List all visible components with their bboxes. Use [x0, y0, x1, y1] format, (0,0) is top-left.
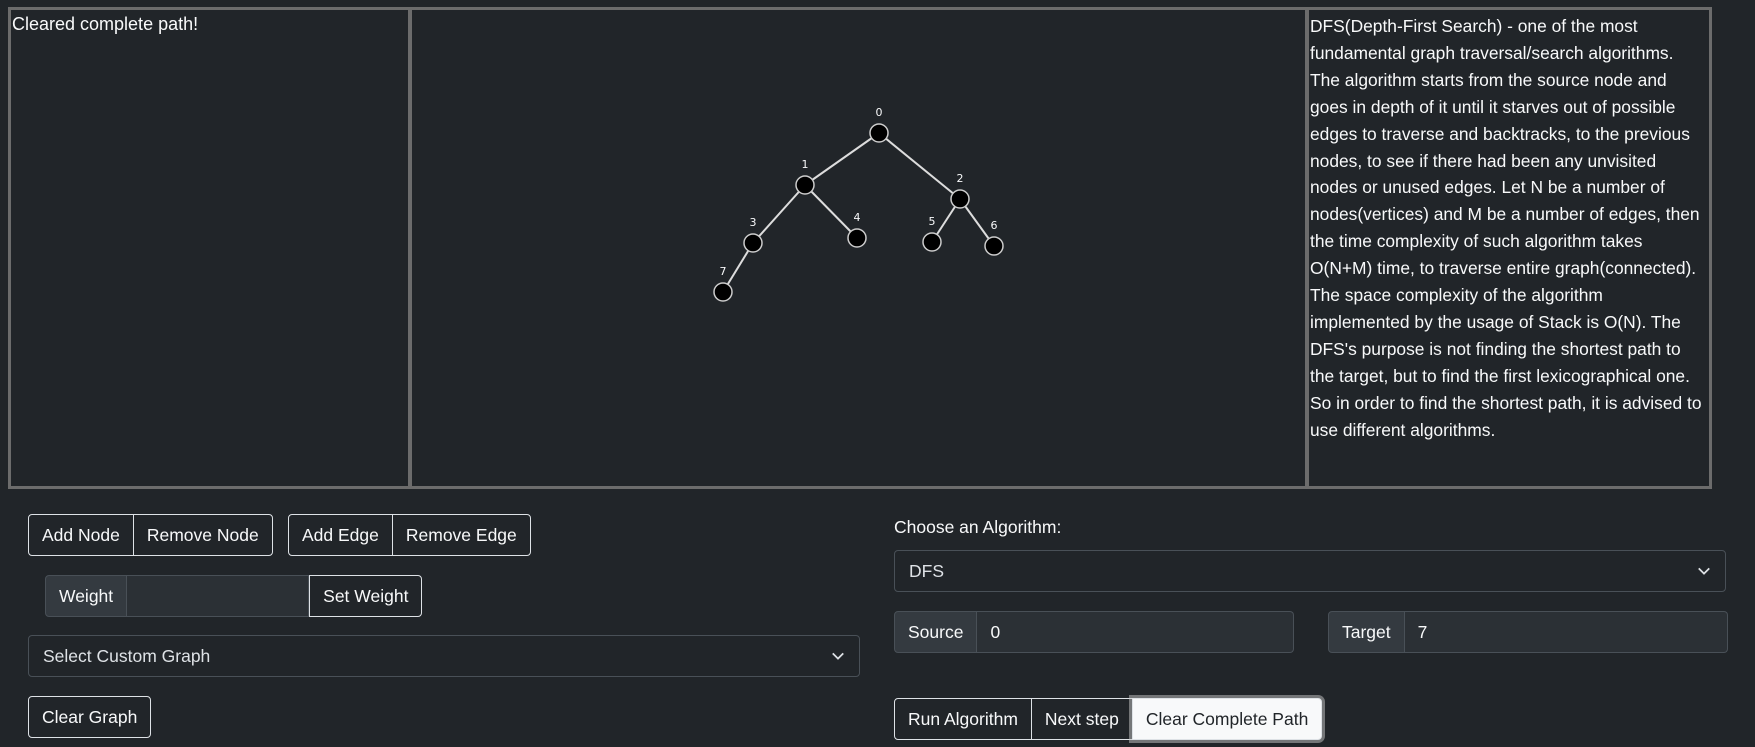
weight-input[interactable]: [127, 575, 310, 617]
graph-node-label-5: 5: [929, 215, 936, 228]
chevron-down-icon: [1698, 567, 1710, 575]
source-input-group: Source: [894, 611, 1295, 653]
weight-input-group: Weight Set Weight: [45, 575, 423, 617]
graph-canvas[interactable]: 0 1 2 3 4 5 6 7: [412, 10, 1309, 486]
graph-node-4[interactable]: [847, 228, 867, 248]
custom-graph-select[interactable]: Select Custom Graph: [28, 635, 860, 677]
graph-node-3[interactable]: [743, 233, 763, 253]
target-label: Target: [1328, 611, 1405, 653]
add-node-button[interactable]: Add Node: [28, 514, 134, 556]
run-algorithm-button[interactable]: Run Algorithm: [894, 698, 1032, 740]
edge-button-group: Add Edge Remove Edge: [288, 514, 531, 556]
graph-node-5[interactable]: [922, 232, 942, 252]
graph-node-6[interactable]: [984, 236, 1004, 256]
algorithm-select[interactable]: DFS: [894, 550, 1726, 592]
algorithm-select-value: DFS: [909, 560, 944, 581]
graph-edge-0-1[interactable]: [804, 132, 880, 186]
graph-svg[interactable]: 0 1 2 3 4 5 6 7: [412, 10, 1309, 486]
clear-complete-path-button[interactable]: Clear Complete Path: [1131, 698, 1323, 740]
graph-node-0[interactable]: [869, 123, 889, 143]
custom-graph-select-value: Select Custom Graph: [43, 645, 211, 666]
remove-node-button[interactable]: Remove Node: [132, 514, 273, 556]
graph-node-label-1: 1: [802, 158, 809, 171]
graph-node-1[interactable]: [795, 175, 815, 195]
graph-edge-1-4[interactable]: [804, 184, 858, 239]
graph-node-label-4: 4: [854, 211, 861, 224]
weight-label: Weight: [45, 575, 128, 617]
graph-node-label-2: 2: [957, 172, 964, 185]
graph-edge-0-2[interactable]: [878, 132, 961, 200]
add-edge-button[interactable]: Add Edge: [288, 514, 393, 556]
graph-node-label-6: 6: [991, 219, 998, 232]
status-message: Cleared complete path!: [12, 14, 199, 34]
algorithm-description-panel: DFS(Depth-First Search) - one of the mos…: [1309, 10, 1709, 486]
clear-graph-group: Clear Graph: [28, 696, 152, 738]
visualizer-panel: Cleared complete path! 0 1 2 3 4 5 6 7 DFS(Dept…: [8, 7, 1712, 489]
chevron-down-icon: [832, 652, 844, 660]
graph-node-label-0: 0: [876, 106, 883, 119]
target-input[interactable]: [1404, 611, 1728, 653]
clear-graph-button[interactable]: Clear Graph: [28, 696, 152, 738]
node-button-group: Add Node Remove Node: [28, 514, 273, 556]
target-input-group: Target: [1328, 611, 1728, 653]
graph-node-2[interactable]: [950, 189, 970, 209]
graph-node-7[interactable]: [713, 282, 733, 302]
set-weight-button[interactable]: Set Weight: [309, 575, 423, 617]
graph-node-label-7: 7: [720, 265, 727, 278]
next-step-button[interactable]: Next step: [1030, 698, 1133, 740]
status-panel: Cleared complete path!: [11, 10, 412, 486]
graph-edge-1-3[interactable]: [752, 184, 806, 244]
choose-algorithm-label: Choose an Algorithm:: [894, 517, 1062, 537]
run-button-group: Run Algorithm Next step Clear Complete P…: [894, 698, 1323, 740]
remove-edge-button[interactable]: Remove Edge: [391, 514, 531, 556]
graph-node-label-3: 3: [750, 216, 757, 229]
source-label: Source: [894, 611, 978, 653]
algorithm-description: DFS(Depth-First Search) - one of the mos…: [1310, 16, 1702, 440]
source-input[interactable]: [977, 611, 1295, 653]
